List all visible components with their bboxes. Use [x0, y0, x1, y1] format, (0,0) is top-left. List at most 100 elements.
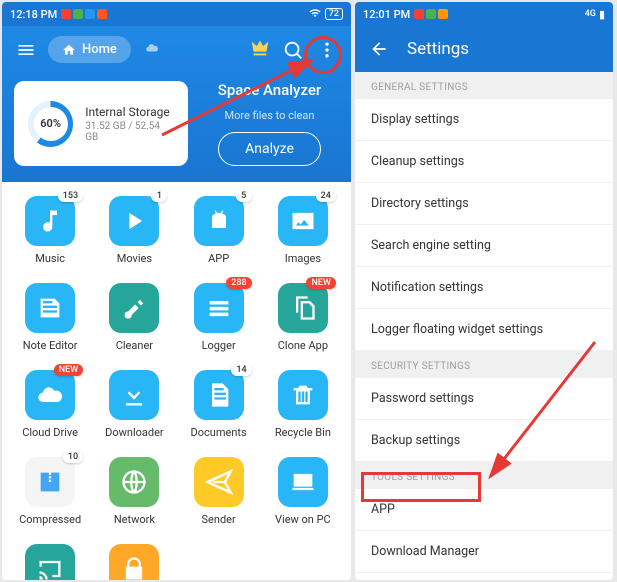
- settings-list[interactable]: GENERAL SETTINGSDisplay settingsCleanup …: [355, 72, 613, 580]
- zip-icon: 10: [25, 457, 75, 507]
- section-label: GENERAL SETTINGS: [355, 72, 613, 99]
- android-icon: 5: [194, 196, 244, 246]
- battery-icon: 72: [325, 8, 343, 20]
- badge: 1: [151, 190, 167, 202]
- tile-documents[interactable]: 14 Documents: [179, 370, 259, 439]
- setting-directory-settings[interactable]: Directory settings: [355, 183, 613, 225]
- setting-logger-floating-widget-settings[interactable]: Logger floating widget settings: [355, 309, 613, 351]
- status-time: 12:18 PM: [10, 8, 57, 21]
- tile-clone-app[interactable]: NEW Clone App: [263, 283, 343, 352]
- badge: 24: [316, 190, 336, 202]
- send-icon: [194, 457, 244, 507]
- tile-cleaner[interactable]: Cleaner: [94, 283, 174, 352]
- tile-label: Documents: [191, 426, 247, 439]
- setting-search-engine-setting[interactable]: Search engine setting: [355, 225, 613, 267]
- doc-icon: 14: [194, 370, 244, 420]
- music-icon: 153: [25, 196, 75, 246]
- home-label: Home: [82, 42, 117, 57]
- tile-movies[interactable]: 1Movies: [94, 196, 174, 265]
- settings-screen: 12:01 PM 4G ▮ Settings GENERAL SETTINGSD…: [355, 2, 613, 580]
- analyze-button[interactable]: Analyze: [218, 132, 321, 166]
- image-icon: 24: [278, 196, 328, 246]
- space-analyzer: Space Analyzer More files to clean Analy…: [200, 81, 339, 166]
- tile-compressed[interactable]: 10Compressed: [10, 457, 90, 526]
- tile-label: Recycle Bin: [275, 426, 331, 439]
- tile-logger[interactable]: 288Logger: [179, 283, 259, 352]
- status-bar: 12:01 PM 4G ▮: [355, 2, 613, 26]
- badge: 288: [226, 277, 251, 289]
- pc-icon: [278, 457, 328, 507]
- tile-label: Music: [35, 252, 65, 265]
- setting-password-settings[interactable]: Password settings: [355, 378, 613, 420]
- tile-label: Sender: [202, 513, 236, 526]
- network-label: 4G: [585, 9, 596, 19]
- setting-download-manager[interactable]: Download Manager: [355, 531, 613, 573]
- trash-icon: [278, 370, 328, 420]
- signal-icon: ▮: [599, 8, 605, 21]
- tile-view-on-pc[interactable]: View on PC: [263, 457, 343, 526]
- tile-label: Cleaner: [116, 339, 153, 352]
- home-tab[interactable]: Home: [48, 36, 131, 63]
- tile-images[interactable]: 24 Images: [263, 196, 343, 265]
- note-icon: [25, 283, 75, 333]
- settings-header: Settings: [355, 26, 613, 72]
- status-bar: 12:18 PM 72: [2, 2, 351, 26]
- tile-downloader[interactable]: Downloader: [94, 370, 174, 439]
- tile-label: Images: [285, 252, 321, 265]
- badge: NEW: [306, 277, 335, 289]
- tile-recycle-bin[interactable]: Recycle Bin: [263, 370, 343, 439]
- setting-notification-settings[interactable]: Notification settings: [355, 267, 613, 309]
- section-label: SECURITY SETTINGS: [355, 351, 613, 378]
- storage-sub: 31.52 GB / 52.54 GB: [85, 121, 174, 143]
- tile-note-editor[interactable]: Note Editor: [10, 283, 90, 352]
- tile-app[interactable]: 5 APP: [179, 196, 259, 265]
- tools-grid: 153 Music 1Movies 5 APP 24 Images Note Editor Cl…: [2, 182, 351, 580]
- file-manager-screen: 12:18 PM 72 Home: [2, 2, 351, 580]
- setting-cleanup-settings[interactable]: Cleanup settings: [355, 141, 613, 183]
- badge: 5: [236, 190, 252, 202]
- tile-label: APP: [208, 252, 229, 265]
- tile-sender[interactable]: Sender: [179, 457, 259, 526]
- analyzer-subtitle: More files to clean: [225, 109, 315, 122]
- stack-icon: 288: [194, 283, 244, 333]
- back-icon[interactable]: [369, 38, 391, 60]
- analyzer-title: Space Analyzer: [218, 81, 321, 99]
- cloud-icon: NEW: [25, 370, 75, 420]
- badge: 10: [63, 451, 83, 463]
- menu-icon[interactable]: [14, 38, 38, 62]
- cast-icon: [25, 544, 75, 580]
- play-icon: 1: [109, 196, 159, 246]
- tile-music[interactable]: 153 Music: [10, 196, 90, 265]
- setting-app[interactable]: APP: [355, 489, 613, 531]
- lock-icon: [109, 544, 159, 580]
- wifi-icon: [308, 7, 322, 22]
- status-app-icons: [414, 9, 448, 19]
- setting-display-settings[interactable]: Display settings: [355, 99, 613, 141]
- header: Home 60% Internal Storage 31.52 GB / 52: [2, 26, 351, 182]
- tile-encrypted[interactable]: Encrypted: [94, 544, 174, 580]
- more-menu-icon[interactable]: [315, 38, 339, 62]
- tile-label: Note Editor: [23, 339, 78, 352]
- tile-label: Clone App: [278, 339, 328, 352]
- clone-icon: NEW: [278, 283, 328, 333]
- storage-title: Internal Storage: [85, 105, 174, 119]
- badge: 153: [58, 190, 83, 202]
- brush-icon: [109, 283, 159, 333]
- cloud-small-icon[interactable]: [141, 40, 163, 59]
- section-label: TOOLS SETTINGS: [355, 462, 613, 489]
- tile-cloud-drive[interactable]: NEW Cloud Drive: [10, 370, 90, 439]
- tile-label: Cloud Drive: [22, 426, 78, 439]
- setting-backup-settings[interactable]: Backup settings: [355, 420, 613, 462]
- status-app-icons: [61, 9, 107, 19]
- crown-icon[interactable]: [249, 37, 271, 63]
- download-icon: [109, 370, 159, 420]
- settings-title: Settings: [407, 39, 469, 59]
- tile-cast[interactable]: Cast: [10, 544, 90, 580]
- status-time: 12:01 PM: [363, 8, 410, 21]
- search-icon[interactable]: [281, 38, 305, 62]
- tile-label: Downloader: [105, 426, 164, 439]
- storage-card[interactable]: 60% Internal Storage 31.52 GB / 52.54 GB: [14, 81, 188, 166]
- storage-ring: 60%: [28, 101, 73, 147]
- setting-window-settings[interactable]: Window settings: [355, 573, 613, 580]
- tile-network[interactable]: Network: [94, 457, 174, 526]
